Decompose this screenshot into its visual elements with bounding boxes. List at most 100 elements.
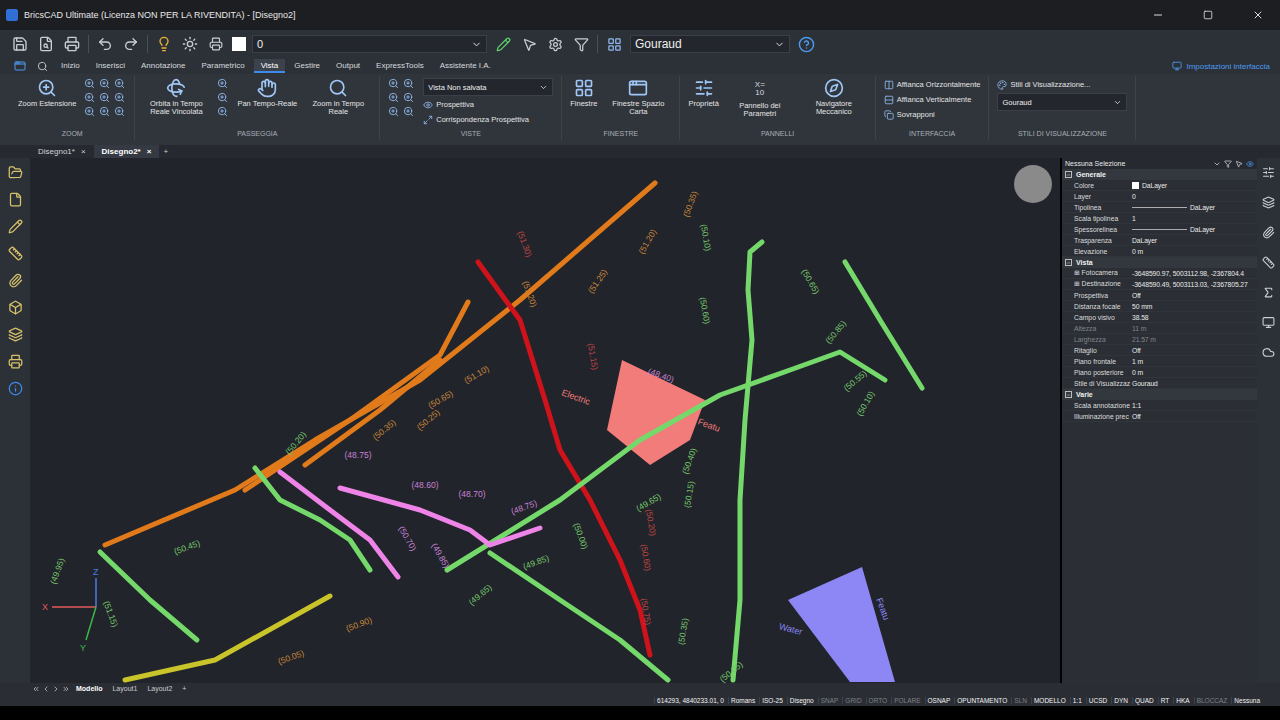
elevation-label[interactable]: (51.20) [636, 227, 658, 255]
elevation-label[interactable]: (50.20) [283, 429, 308, 456]
collapse-icon[interactable] [1065, 171, 1072, 178]
property-row[interactable]: ⊞ Fotocamera-3648590.97, 5003112.98, -23… [1062, 268, 1257, 279]
status-text[interactable]: Disegno [787, 697, 816, 704]
ribbon-large-button[interactable]: Navigatore Meccanico [801, 78, 867, 117]
zoom-tool-icon[interactable] [99, 92, 110, 103]
property-section[interactable]: Generale [1062, 169, 1257, 180]
zoom-tool-icon[interactable] [84, 106, 95, 117]
previous-icon[interactable] [42, 685, 50, 693]
elevation-label[interactable]: (50.70) [397, 524, 419, 552]
tool-button[interactable] [5, 297, 25, 317]
ribbon-select[interactable]: Gouraud [997, 93, 1127, 111]
panel-button[interactable] [1259, 252, 1279, 272]
panel-button[interactable] [1259, 222, 1279, 242]
tool-button[interactable] [5, 378, 25, 398]
zoom-tool-icon[interactable] [388, 106, 399, 117]
preview-button[interactable] [36, 34, 56, 54]
ribbon-tab[interactable]: Inizio [54, 59, 87, 73]
elevation-label[interactable]: (50.35) [676, 617, 691, 645]
ribbon-tab[interactable]: Assistente I.A. [433, 59, 498, 73]
property-row[interactable]: Scala annotazione1:1 [1062, 400, 1257, 411]
collapse-icon[interactable] [1065, 259, 1072, 266]
polyline-entity[interactable] [305, 360, 440, 465]
zoom-tool-icon[interactable] [114, 92, 125, 103]
drawing-canvas[interactable]: (50.35)(50.10)(51.30)(51.20)(51.25)(51.2… [30, 158, 1060, 683]
ribbon-tab[interactable]: Vista [254, 59, 286, 73]
property-row[interactable]: Elevazione0 m [1062, 246, 1257, 257]
document-tab[interactable]: Disegno1*× [30, 145, 94, 158]
tool-button[interactable] [5, 162, 25, 182]
property-row[interactable]: Layer0 [1062, 191, 1257, 202]
status-toggle[interactable]: SLN [1011, 697, 1029, 704]
layer-select[interactable]: 0 [252, 35, 487, 53]
layout-tab[interactable]: Layout1 [108, 685, 141, 692]
property-row[interactable]: ⊞ Destinazione-3648590.49, 5003113.03, -… [1062, 279, 1257, 290]
status-toggle[interactable]: QUAD [1132, 697, 1156, 704]
selection-dropdown[interactable]: Nessuna Selezione [1062, 158, 1257, 169]
elevation-label[interactable]: (49.85) [522, 553, 551, 572]
elevation-label[interactable]: (50.05) [277, 648, 306, 667]
panel-button[interactable] [1259, 282, 1279, 302]
elevation-label[interactable]: (50.15) [682, 480, 697, 508]
status-toggle[interactable]: BLOCCAZ [1194, 697, 1230, 704]
polyline-entity[interactable] [845, 262, 922, 388]
tool-button[interactable] [5, 243, 25, 263]
ribbon-large-button[interactable]: Pan Tempo-Reale [237, 78, 297, 108]
ribbon-small-button[interactable]: Corrispondenza Prospettiva [423, 113, 553, 126]
undo-button[interactable] [95, 34, 115, 54]
ribbon-large-button[interactable]: Orbita in Tempo Reale Vincolata [143, 78, 209, 117]
panel-button[interactable] [1259, 342, 1279, 362]
elevation-label[interactable]: (50.60) [639, 543, 654, 571]
status-toggle[interactable]: OSNAP [925, 697, 953, 704]
property-row[interactable]: TipolineaDaLayer [1062, 202, 1257, 213]
property-row[interactable]: SpessorelineaDaLayer [1062, 224, 1257, 235]
ribbon-large-button[interactable]: Finestre Spazio Carta [605, 78, 671, 117]
zoom-tool-icon[interactable] [388, 78, 399, 89]
elevation-label[interactable]: (48.70) [459, 489, 486, 499]
filter-icon[interactable] [1224, 160, 1232, 168]
elevation-label[interactable]: (49.65) [467, 582, 494, 607]
polyline-entity[interactable] [100, 552, 197, 640]
elevation-label[interactable]: (50.10) [854, 389, 876, 417]
elevation-label[interactable]: (48.40) [647, 366, 676, 385]
elevation-label[interactable]: (48.75) [345, 450, 372, 460]
tab-close-button[interactable]: × [81, 147, 86, 156]
new-layout-button[interactable]: + [178, 685, 190, 692]
select-tool-button[interactable] [519, 34, 539, 54]
ribbon-small-button[interactable]: Sovrapponi [884, 108, 981, 121]
close-button[interactable] [1236, 0, 1280, 30]
ribbon-large-button[interactable]: Proprietà [688, 78, 718, 108]
elevation-label[interactable]: (50.35) [681, 189, 700, 218]
property-row[interactable]: Illuminazione precOff [1062, 411, 1257, 422]
elevation-label[interactable]: (50.75) [639, 597, 654, 625]
settings-button[interactable] [545, 34, 565, 54]
property-row[interactable]: RitaglioOff [1062, 345, 1257, 356]
status-toggle[interactable]: MODELLO [1031, 697, 1068, 704]
elevation-label[interactable]: (48.60) [412, 480, 439, 490]
status-text[interactable]: Romans [728, 697, 757, 704]
property-section[interactable]: Varie [1062, 389, 1257, 400]
zoom-tool-icon[interactable] [99, 106, 110, 117]
status-toggle[interactable]: RT [1158, 697, 1172, 704]
visual-style-button[interactable] [604, 34, 624, 54]
feature-label[interactable]: Featu [874, 596, 891, 621]
property-row[interactable]: Scala tipolinea1 [1062, 213, 1257, 224]
next-icon[interactable] [52, 685, 60, 693]
app-menu-button[interactable] [10, 56, 30, 76]
elevation-label[interactable]: (51.10) [462, 363, 490, 385]
layout-tab[interactable]: Layout2 [143, 685, 176, 692]
elevation-label[interactable]: (51.15) [102, 600, 121, 629]
elevation-label[interactable]: (51.20) [521, 280, 540, 309]
feature-label[interactable]: Electric [560, 387, 592, 407]
zoom-tool-icon[interactable] [84, 92, 95, 103]
elevation-label[interactable]: (51.30) [516, 230, 535, 259]
zoom-tool-icon[interactable] [217, 92, 228, 103]
status-toggle[interactable]: POLARE [891, 697, 922, 704]
layer-on-button[interactable] [154, 34, 174, 54]
model-space[interactable]: (50.35)(50.10)(51.30)(51.20)(51.25)(51.2… [30, 158, 1060, 683]
last-icon[interactable] [62, 685, 70, 693]
zoom-tool-icon[interactable] [403, 92, 414, 103]
eye-icon[interactable] [1246, 160, 1254, 168]
interface-settings-link[interactable]: Impostazioni interfaccia [1172, 61, 1270, 71]
select-icon[interactable] [1235, 160, 1243, 168]
